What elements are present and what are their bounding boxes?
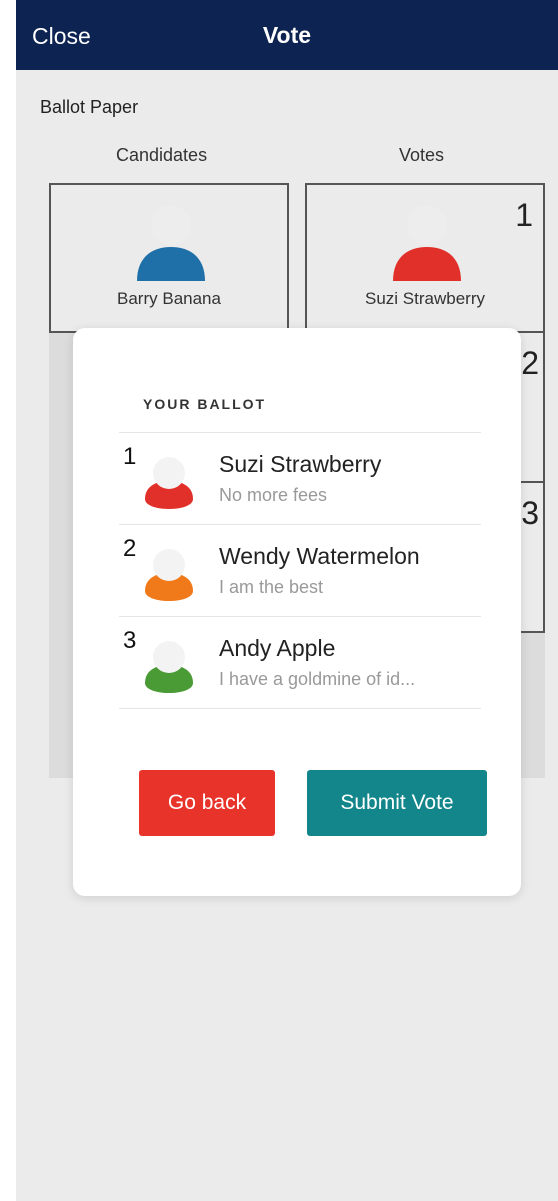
submit-vote-button[interactable]: Submit Vote xyxy=(307,770,487,836)
go-back-button[interactable]: Go back xyxy=(139,770,275,836)
vote-slot-1[interactable]: 1 Suzi Strawberry xyxy=(305,183,545,333)
candidate-name: Suzi Strawberry xyxy=(219,451,382,477)
rank-number: 1 xyxy=(123,443,137,470)
candidates-header: Candidates xyxy=(116,145,208,165)
person-avatar-icon xyxy=(137,205,205,281)
ballot-list: 1 Suzi Strawberry No more fees 2 Wendy W… xyxy=(119,432,481,709)
candidate-name: Barry Banana xyxy=(117,289,221,308)
list-item: 1 Suzi Strawberry No more fees xyxy=(119,433,481,525)
vote-screen: Close Vote Ballot Paper Candidates Votes… xyxy=(16,0,558,1201)
ballot-paper-label: Ballot Paper xyxy=(40,97,139,117)
candidate-card[interactable]: Barry Banana xyxy=(49,183,289,333)
list-item: 3 Andy Apple I have a goldmine of id... xyxy=(119,617,481,709)
person-avatar-icon xyxy=(145,549,193,601)
votes-header: Votes xyxy=(399,145,445,165)
candidate-motto: No more fees xyxy=(219,485,328,505)
vote-rank: 2 xyxy=(521,345,539,381)
page-title: Vote xyxy=(262,22,312,48)
dialog-heading: YOUR BALLOT xyxy=(143,396,267,412)
ballot-confirm-dialog: YOUR BALLOT 1 Suzi Strawberry No more fe… xyxy=(73,328,521,896)
person-avatar-icon xyxy=(145,641,193,693)
vote-candidate-name: Suzi Strawberry xyxy=(365,289,485,308)
top-bar: Close Vote xyxy=(16,0,558,70)
rank-number: 2 xyxy=(123,535,137,562)
person-avatar-icon xyxy=(393,205,461,281)
person-avatar-icon xyxy=(145,457,193,509)
rank-number: 3 xyxy=(123,627,137,654)
list-item: 2 Wendy Watermelon I am the best xyxy=(119,525,481,617)
vote-rank: 1 xyxy=(515,197,533,233)
candidate-name: Andy Apple xyxy=(219,635,336,661)
candidate-name: Wendy Watermelon xyxy=(219,543,420,569)
candidate-motto: I have a goldmine of id... xyxy=(219,669,416,689)
candidate-motto: I am the best xyxy=(219,577,324,597)
vote-rank: 3 xyxy=(521,495,539,531)
